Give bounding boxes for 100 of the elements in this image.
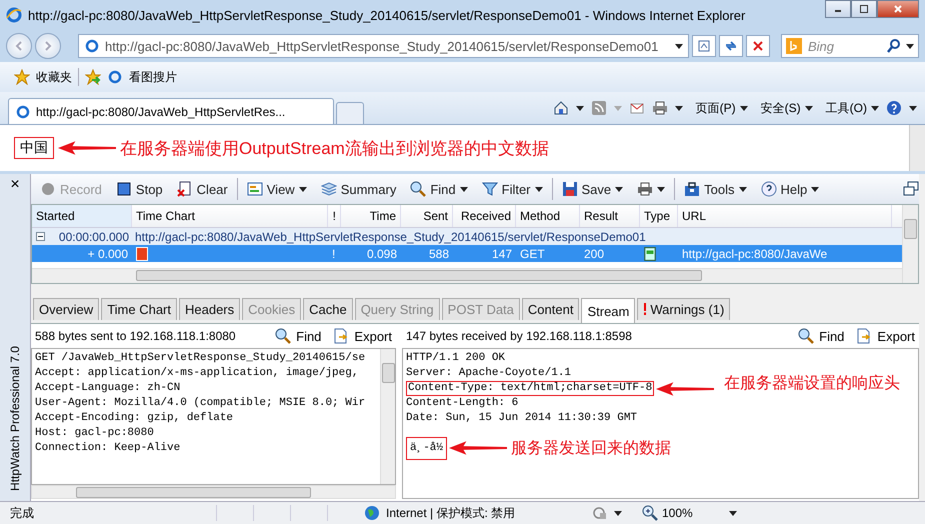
command-menu[interactable]: 工具(O)	[826, 100, 879, 116]
column-header[interactable]: Started	[32, 205, 132, 227]
compatibility-button[interactable]	[692, 35, 716, 57]
command-menu[interactable]: 页面(P)	[696, 100, 748, 116]
column-header[interactable]: !	[328, 205, 341, 227]
caret-icon[interactable]	[674, 106, 683, 110]
response-body: ä¸-å½	[406, 436, 448, 460]
close-button[interactable]	[877, 0, 919, 18]
close-button[interactable]: ×	[10, 176, 20, 194]
search-bar[interactable]: Bing	[781, 34, 919, 58]
home-icon[interactable]	[552, 100, 569, 116]
column-header[interactable]: Method	[516, 205, 580, 227]
annotation-text: 在服务器端使用OutputStream流输出到浏览器的中文数据	[120, 138, 549, 160]
export-button[interactable]: Export	[856, 328, 915, 344]
column-header[interactable]: URL	[678, 205, 892, 227]
request-line: Host: gacl-pc:8080	[35, 426, 155, 441]
export-icon	[333, 328, 350, 344]
security-zone: Internet | 保护模式: 禁用	[386, 504, 516, 522]
search-icon	[798, 328, 814, 344]
column-header[interactable]: Result	[580, 205, 640, 227]
response-line: HTTP/1.1 200 OK	[406, 351, 506, 366]
scrollbar[interactable]	[380, 349, 395, 484]
annotation-text: 服务器发送回来的数据	[511, 438, 672, 458]
circle-icon	[40, 181, 56, 197]
feed-icon[interactable]	[590, 100, 607, 116]
maximize-button[interactable]	[851, 0, 877, 18]
zoom-button[interactable]: 100%	[642, 505, 693, 521]
collapse-toggle[interactable]	[36, 232, 45, 241]
toolbar-button[interactable]: Tools	[679, 179, 752, 199]
table-cell-text: 200	[583, 246, 606, 260]
toolbar-button[interactable]: Summary	[316, 179, 402, 199]
print-icon[interactable]	[652, 100, 668, 116]
detail-tab[interactable]: Cache	[303, 298, 353, 320]
page-type-icon	[644, 246, 656, 260]
toolbar-button[interactable]: Clear	[172, 179, 233, 199]
star-icon	[14, 69, 30, 85]
scrollbar[interactable]	[909, 125, 925, 171]
zoom-icon	[642, 505, 658, 521]
address-bar[interactable]: http://gacl-pc:8080/JavaWeb_HttpServletResponse_Study_20140615/servlet/ResponseDemo01	[78, 34, 689, 58]
refresh-button[interactable]	[719, 35, 743, 57]
request-line: Accept: application/x-ms-application, image/jpeg,	[35, 366, 360, 381]
detail-tab[interactable]: Headers	[179, 298, 240, 320]
toolbar-button[interactable]: Find	[405, 179, 473, 199]
restore-icon[interactable]	[903, 181, 919, 197]
toolbar-button[interactable]: View	[242, 179, 312, 199]
save-icon	[562, 181, 578, 197]
detail-tab[interactable]: Warnings (1)	[637, 298, 730, 320]
detail-tab[interactable]: Overview	[33, 298, 100, 320]
layers-icon	[320, 181, 337, 197]
export-button[interactable]: Export	[333, 328, 392, 344]
favorite-link[interactable]: 看图搜片	[107, 68, 177, 86]
group-url: http://gacl-pc:8080/JavaWeb_HttpServletResponse_Study_20140615/servlet/ResponseDemo01	[135, 230, 646, 244]
scrollbar[interactable]	[32, 268, 902, 283]
caret-icon[interactable]	[576, 106, 584, 110]
table-cell-text: 147	[490, 246, 513, 260]
detail-tab[interactable]: Time Chart	[101, 298, 177, 320]
browser-tab[interactable]: http://gacl-pc:8080/JavaWeb_HttpServletRes...	[8, 98, 334, 124]
response-line: Server: Apache-Coyote/1.1	[406, 366, 572, 381]
column-header[interactable]: Time Chart	[132, 205, 328, 227]
caret-icon[interactable]	[909, 106, 917, 110]
find-button[interactable]: Find	[798, 328, 844, 344]
column-header[interactable]: Type	[640, 205, 678, 227]
add-favorite-icon[interactable]	[85, 69, 101, 85]
maximize-icon	[859, 4, 869, 14]
toolbar-button[interactable]: Filter	[476, 179, 548, 199]
caret-icon	[738, 186, 747, 192]
response-line: Content-Length: 6	[406, 396, 518, 411]
refresh-icon	[724, 39, 738, 53]
caret-icon[interactable]	[728, 510, 737, 516]
column-header[interactable]: Time	[341, 205, 401, 227]
detail-tab[interactable]: Content	[522, 298, 580, 320]
protection-icon[interactable]	[592, 505, 608, 521]
help-icon	[760, 181, 777, 197]
caret-icon[interactable]	[614, 510, 622, 516]
status-text: 完成	[10, 504, 35, 522]
request-summary: 588 bytes sent to 192.168.118.1:8080	[35, 329, 237, 343]
page-icon	[107, 69, 123, 85]
annotation-text: 在服务器端设置的响应头	[724, 374, 901, 394]
square-icon	[116, 181, 132, 197]
table-cell-text: 588	[428, 246, 450, 260]
detail-tab[interactable]: Stream	[581, 298, 636, 323]
caret-icon	[460, 186, 468, 192]
scrollbar[interactable]	[31, 485, 396, 499]
command-menu[interactable]: 安全(S)	[760, 100, 813, 116]
scrollbar[interactable]	[902, 205, 918, 283]
minimize-button[interactable]	[825, 0, 851, 18]
close-icon	[893, 4, 903, 14]
page-icon	[84, 38, 100, 54]
find-button[interactable]: Find	[275, 328, 322, 344]
toolbar-button[interactable]: Help	[756, 179, 824, 199]
toolbar-button[interactable]: Save	[556, 179, 628, 199]
toolbar-button[interactable]: Stop	[110, 179, 168, 199]
help-icon[interactable]	[886, 100, 902, 116]
stop-button[interactable]	[746, 35, 770, 57]
column-header[interactable]: Received	[453, 205, 516, 227]
request-line: Connection: Keep-Alive	[35, 441, 182, 456]
column-header[interactable]: Sent	[401, 205, 453, 227]
search-icon	[275, 328, 292, 344]
annotation-arrow	[449, 441, 508, 455]
favorites-button[interactable]: 收藏夹	[14, 68, 72, 86]
